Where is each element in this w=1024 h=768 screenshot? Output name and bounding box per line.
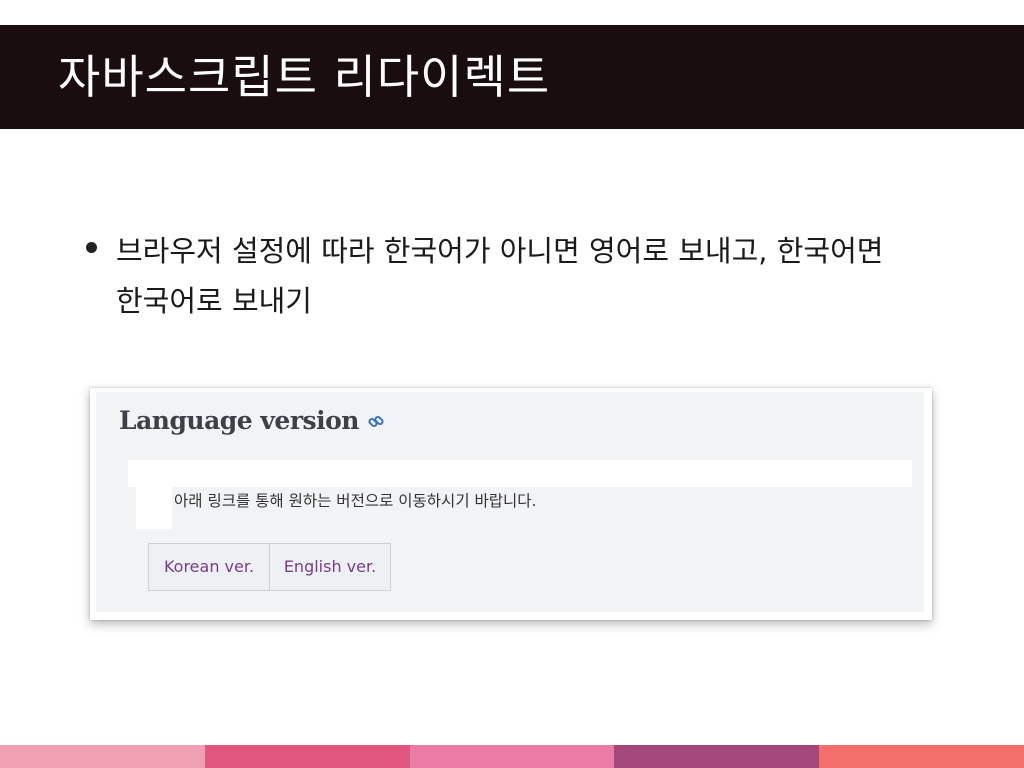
link-icon[interactable] bbox=[367, 413, 385, 431]
english-version-button[interactable]: English ver. bbox=[269, 544, 390, 590]
stripe-segment bbox=[204, 745, 410, 768]
language-button-group: Korean ver. English ver. bbox=[148, 543, 391, 591]
stripe-segment bbox=[614, 745, 820, 768]
content-strip bbox=[128, 460, 912, 487]
stripe-segment bbox=[819, 745, 1024, 768]
bullet-dot-icon bbox=[86, 242, 97, 253]
content-box bbox=[136, 487, 172, 529]
slide-title-bar: 자바스크립트 리다이렉트 bbox=[0, 25, 1024, 129]
korean-version-button[interactable]: Korean ver. bbox=[149, 544, 269, 590]
slide-title: 자바스크립트 리다이렉트 bbox=[58, 50, 551, 104]
language-version-heading: Language version bbox=[119, 406, 359, 435]
bullet-item: 브라우저 설정에 따라 한국어가 아니면 영어로 보내고, 한국어면 한국어로 … bbox=[116, 234, 884, 318]
stripe-segment bbox=[0, 745, 205, 768]
stripe-segment bbox=[409, 745, 615, 768]
instruction-text: 아래 링크를 통해 원하는 버전으로 이동하시기 바랍니다. bbox=[174, 492, 537, 510]
embedded-screenshot: Language version 아래 링크를 통해 원하는 버전으로 이동하시… bbox=[90, 388, 932, 620]
footer-color-stripe bbox=[0, 745, 1024, 768]
language-version-panel: Language version 아래 링크를 통해 원하는 버전으로 이동하시… bbox=[96, 392, 924, 612]
